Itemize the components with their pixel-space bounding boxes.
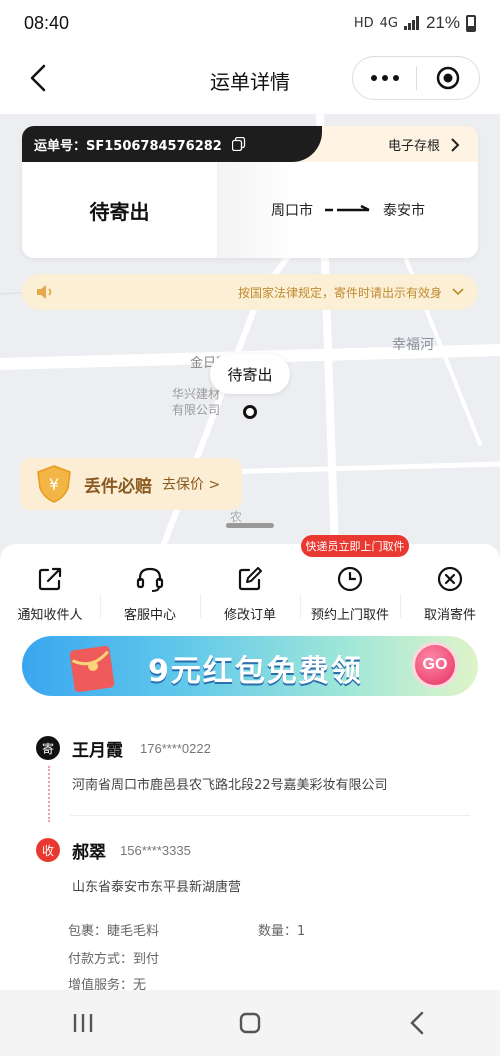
signal-icon [403, 16, 419, 30]
battery-icon [466, 14, 476, 32]
status-bar: 08:40 HD 4G 21% [0, 0, 500, 46]
action-label: 修改订单 [223, 608, 276, 623]
system-nav-bar [0, 990, 500, 1056]
headset-icon [136, 567, 164, 592]
go-button[interactable]: GO [412, 642, 458, 688]
target-icon [436, 66, 460, 90]
action-label: 取消寄件 [423, 608, 476, 623]
network-indicator: 4G [379, 15, 398, 31]
receiver-name: 郝翠 [72, 843, 106, 863]
notice-text: 按国家法律规定，寄件时请出示有效身 [237, 285, 442, 300]
sender-badge: 寄 [36, 736, 60, 760]
shield-yen-icon: ¥ [37, 465, 71, 503]
modify-order-button[interactable]: 修改订单 [200, 562, 300, 642]
sheet-drag-handle[interactable] [226, 523, 274, 528]
divider [70, 815, 470, 816]
close-miniapp-button[interactable] [417, 57, 479, 99]
to-city: 泰安市 [383, 203, 425, 219]
waybill-header: 运单号：SF1506784576282 电子存根 [22, 126, 478, 162]
sender-name: 王月霞 [72, 741, 123, 761]
home-icon [239, 1012, 261, 1034]
schedule-pickup-button[interactable]: 预约上门取件 [300, 562, 400, 642]
from-city: 周口市 [271, 203, 313, 219]
recent-apps-icon [74, 1014, 93, 1032]
action-label: 预约上门取件 [310, 608, 389, 623]
insurance-action[interactable]: 去保价 > [162, 474, 220, 494]
home-button[interactable] [220, 1003, 280, 1043]
chevron-right-icon [451, 137, 460, 152]
edit-icon [238, 567, 262, 591]
action-label: 客服中心 [123, 608, 176, 623]
share-icon [38, 567, 62, 591]
notify-recipient-button[interactable]: 通知收件人 [0, 562, 100, 642]
red-envelope-icon [69, 645, 115, 692]
route-connector [48, 766, 50, 822]
status-indicators: HD 4G 21% [354, 13, 476, 33]
receiver-phone: 156****3335 [120, 843, 191, 858]
package-info: 包裹：睫毛毛料 [68, 924, 160, 939]
pickup-promo-tag: 快递员立即上门取件 [301, 535, 409, 557]
system-back-button[interactable] [387, 1003, 447, 1043]
map-pin-icon [243, 405, 257, 419]
recent-apps-button[interactable] [53, 1003, 113, 1043]
copy-icon[interactable] [231, 136, 246, 152]
nav-bar: 运单详情 [0, 46, 500, 114]
order-detail-sheet: 通知收件人 客服中心 修改订单 预约上门取件 取消寄件 9元红包免费领 GO 寄… [0, 544, 500, 990]
hd-indicator: HD [353, 15, 374, 31]
waybill-status: 待寄出 [22, 162, 218, 258]
sender-address: 河南省周口市鹿邑县农飞路北段22号嘉美彩妆有限公司 [72, 778, 388, 793]
e-stub-label: 电子存根 [387, 139, 440, 154]
insurance-banner[interactable]: ¥ 丢件必赔 去保价 > [20, 458, 242, 510]
waybill-number-bar: 运单号：SF1506784576282 [22, 126, 322, 162]
sender-phone: 176****0222 [140, 741, 211, 756]
action-row: 通知收件人 客服中心 修改订单 预约上门取件 取消寄件 [0, 562, 500, 642]
receiver-badge: 收 [36, 838, 60, 862]
action-label: 通知收件人 [17, 608, 83, 623]
clock-icon [337, 566, 363, 592]
battery-percent: 21% [425, 13, 460, 32]
payment-info: 付款方式：到付 [68, 952, 160, 967]
waybill-card: 运单号：SF1506784576282 电子存根 待寄出 周口市 泰安市 [22, 126, 478, 258]
red-packet-banner[interactable]: 9元红包免费领 GO [22, 636, 478, 696]
status-time: 08:40 [24, 12, 70, 33]
route-arrow-icon [325, 204, 370, 212]
banner-text: 9元红包免费领 [148, 654, 363, 689]
cancel-shipment-button[interactable]: 取消寄件 [400, 562, 500, 642]
service-info: 增值服务：无 [68, 978, 147, 990]
legal-notice[interactable]: 按国家法律规定，寄件时请出示有效身 [22, 274, 478, 310]
chevron-down-icon [452, 288, 464, 296]
map-label-area: 幸福河 [392, 337, 434, 353]
customer-service-button[interactable]: 客服中心 [100, 562, 200, 642]
system-back-icon [409, 1011, 423, 1035]
svg-text:¥: ¥ [49, 475, 59, 494]
e-stub-link[interactable]: 电子存根 [388, 135, 460, 154]
speaker-icon [37, 285, 52, 299]
cancel-icon [437, 566, 463, 592]
quantity-info: 数量：1 [258, 924, 306, 939]
map-pin-label: 待寄出 [210, 354, 290, 394]
receiver-address: 山东省泰安市东平县新湖唐营 [72, 880, 242, 895]
route-info: 周口市 泰安市 [218, 162, 478, 258]
waybill-number: 运单号：SF1506784576282 [34, 138, 222, 154]
miniapp-capsule [352, 56, 480, 100]
more-button[interactable] [353, 57, 416, 99]
insurance-title: 丢件必赔 [84, 476, 152, 497]
